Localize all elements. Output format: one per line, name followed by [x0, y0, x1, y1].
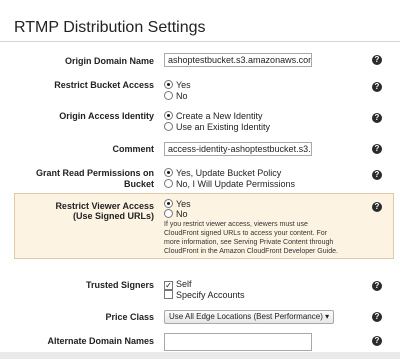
radio-selected-icon [164, 111, 173, 120]
grant-read-no-radio[interactable]: No, I Will Update Permissions [164, 179, 295, 190]
radio-selected-icon [164, 168, 173, 177]
checkbox-checked-icon: ✓ [164, 281, 173, 290]
alternate-domains-label: Alternate Domain Names [47, 336, 154, 346]
price-class-help-icon[interactable]: ? [372, 312, 382, 322]
radio-selected-icon [164, 199, 173, 208]
restrict-viewer-help-icon[interactable]: ? [372, 202, 382, 212]
caret-down-icon: ▾ [325, 312, 330, 321]
restrict-bucket-yes-radio[interactable]: Yes [164, 80, 191, 91]
title-divider [0, 41, 400, 42]
alternate-domains-input[interactable] [164, 333, 312, 351]
comment-input[interactable]: access-identity-ashoptestbucket.s3.ama [164, 142, 312, 156]
origin-identity-create-radio[interactable]: Create a New Identity [164, 111, 263, 122]
origin-identity-label: Origin Access Identity [59, 111, 154, 121]
origin-domain-input[interactable]: ashoptestbucket.s3.amazonaws.com [164, 53, 312, 67]
page-title: RTMP Distribution Settings [14, 19, 206, 36]
restrict-viewer-no-radio[interactable]: No [164, 209, 188, 220]
comment-help-icon[interactable]: ? [372, 144, 382, 154]
alternate-domains-help-icon[interactable]: ? [372, 336, 382, 346]
trusted-signers-label: Trusted Signers [85, 280, 154, 290]
origin-domain-help-icon[interactable]: ? [372, 55, 382, 65]
trusted-signers-help-icon[interactable]: ? [372, 281, 382, 291]
trusted-signers-self-checkbox[interactable]: ✓ Self [164, 279, 192, 290]
origin-domain-label: Origin Domain Name [64, 56, 154, 66]
radio-selected-icon [164, 80, 173, 89]
radio-unselected-icon [164, 91, 173, 100]
radio-unselected-icon [164, 209, 173, 218]
trusted-signers-specify-checkbox[interactable]: Specify Accounts [164, 290, 245, 301]
restrict-bucket-help-icon[interactable]: ? [372, 82, 382, 92]
grant-read-help-icon[interactable]: ? [372, 170, 382, 180]
comment-label: Comment [112, 144, 154, 154]
radio-unselected-icon [164, 179, 173, 188]
checkbox-unchecked-icon [164, 290, 173, 299]
radio-unselected-icon [164, 122, 173, 131]
price-class-label: Price Class [105, 312, 154, 322]
bottom-edge [0, 352, 400, 359]
restrict-viewer-label-line2: (Use Signed URLs) [72, 211, 154, 221]
price-class-select[interactable]: Use All Edge Locations (Best Performance… [164, 310, 335, 324]
grant-read-label-line2: Bucket [123, 179, 154, 189]
grant-read-label-line1: Grant Read Permissions on [35, 168, 154, 178]
grant-read-yes-radio[interactable]: Yes, Update Bucket Policy [164, 168, 281, 179]
restrict-bucket-label: Restrict Bucket Access [54, 80, 154, 90]
origin-identity-existing-radio[interactable]: Use an Existing Identity [164, 122, 270, 133]
origin-identity-help-icon[interactable]: ? [372, 113, 382, 123]
restrict-viewer-note: If you restrict viewer access, viewers m… [164, 221, 338, 255]
restrict-bucket-no-radio[interactable]: No [164, 91, 188, 102]
